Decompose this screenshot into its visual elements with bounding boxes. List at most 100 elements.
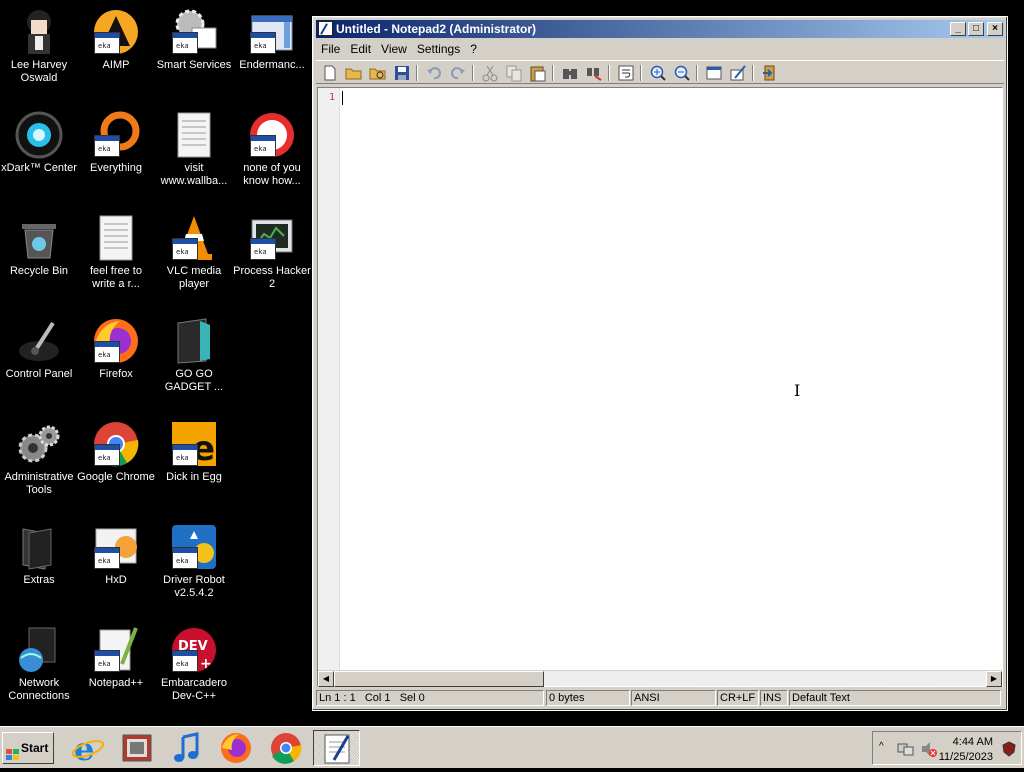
hxd-icon xyxy=(92,523,140,571)
status-encoding[interactable]: ANSI xyxy=(631,690,716,706)
desktop-icon-lee-harvey-oswald[interactable]: Lee Harvey Oswald xyxy=(0,4,78,85)
zoom-in-icon[interactable] xyxy=(649,64,667,82)
chrome-taskbar-icon[interactable] xyxy=(269,731,303,765)
desktop-icon-visit-wallba[interactable]: visit www.wallba... xyxy=(155,107,233,188)
volume-muted-icon[interactable] xyxy=(920,740,938,761)
desktop-icon-label: Control Panel xyxy=(5,368,73,380)
undo-icon[interactable] xyxy=(425,64,443,82)
aimp-icon xyxy=(92,8,140,56)
desktop-icon-hxd[interactable]: HxD xyxy=(77,519,155,587)
desktop-icon-xdark-center[interactable]: xDark™ Center xyxy=(0,107,78,175)
desktop-icon-label: xDark™ Center xyxy=(1,162,77,174)
desktop-icon-google-chrome[interactable]: Google Chrome xyxy=(77,416,155,484)
clock-time[interactable]: 4:44 AM xyxy=(953,736,993,748)
notepad2-window[interactable]: Untitled - Notepad2 (Administrator) _ □ … xyxy=(312,16,1008,711)
status-eol[interactable]: CR+LF xyxy=(717,690,759,706)
scroll-left-button[interactable]: ◀ xyxy=(318,671,334,687)
desktop-icon-endermanch[interactable]: Endermanc... xyxy=(233,4,311,72)
menu-help[interactable]: ? xyxy=(465,40,482,58)
desktop-icon-network-connections[interactable]: Network Connections xyxy=(0,622,78,703)
new-file-icon[interactable] xyxy=(321,64,339,82)
exit-icon[interactable] xyxy=(761,64,779,82)
dev-cpp-icon: DEV + xyxy=(170,626,218,674)
shortcut-arrow-icon xyxy=(94,341,120,363)
internet-explorer-icon[interactable]: e xyxy=(71,730,105,768)
status-position: Ln 1 : 1 Col 1 Sel 0 xyxy=(316,690,544,706)
open-folder-icon[interactable] xyxy=(345,64,363,82)
desktop-icon-none-of-you[interactable]: none of you know how... xyxy=(233,107,311,188)
desktop-icon-label: Notepad++ xyxy=(88,677,144,689)
character-icon xyxy=(15,8,63,56)
close-button[interactable]: × xyxy=(987,22,1003,36)
folder-icon xyxy=(15,523,63,571)
desktop-icon-process-hacker[interactable]: Process Hacker 2 xyxy=(233,210,311,291)
desktop-icon-label: AIMP xyxy=(102,59,130,71)
desktop-icon-driver-robot[interactable]: Driver Robot v2.5.4.2 xyxy=(155,519,233,600)
shortcut-arrow-icon xyxy=(172,650,198,672)
desktop-icon-label: Network Connections xyxy=(8,677,70,702)
desktop-icon-vlc[interactable]: VLC media player xyxy=(155,210,233,291)
horizontal-scrollbar[interactable]: ◀ ▶ xyxy=(318,670,1002,687)
scrollbar-thumb[interactable] xyxy=(334,671,544,687)
taskbar-notepad2-button[interactable] xyxy=(313,730,360,766)
menu-file[interactable]: File xyxy=(316,40,345,58)
shortcut-arrow-icon xyxy=(172,547,198,569)
copy-icon[interactable] xyxy=(505,64,523,82)
everything-icon xyxy=(92,111,140,159)
network-icon xyxy=(15,626,63,674)
red-app-icon xyxy=(248,111,296,159)
menu-settings[interactable]: Settings xyxy=(412,40,465,58)
maximize-button[interactable]: □ xyxy=(968,22,984,36)
media-app-icon[interactable] xyxy=(120,731,154,765)
find-icon[interactable] xyxy=(561,64,579,82)
save-icon[interactable] xyxy=(393,64,411,82)
window-title: Untitled - Notepad2 (Administrator) xyxy=(336,22,536,36)
paste-icon[interactable] xyxy=(529,64,547,82)
desktop-icon-dick-in-egg[interactable]: e Dick in Egg xyxy=(155,416,233,484)
text-caret xyxy=(342,91,343,105)
status-bar: Ln 1 : 1 Col 1 Sel 0 0 bytes ANSI CR+LF … xyxy=(316,689,1004,707)
redo-icon[interactable] xyxy=(449,64,467,82)
firefox-taskbar-icon[interactable] xyxy=(219,731,253,765)
desktop-icon-dev-cpp[interactable]: DEV+ Embarcadero Dev-C++ xyxy=(155,622,233,703)
desktop-icon-extras[interactable]: Extras xyxy=(0,519,78,587)
toolbar-separator xyxy=(608,65,610,81)
menu-view[interactable]: View xyxy=(376,40,412,58)
word-wrap-icon[interactable] xyxy=(617,64,635,82)
zoom-out-icon[interactable] xyxy=(673,64,691,82)
line-number: 1 xyxy=(329,92,336,103)
desktop-icon-label: GO GO GADGET ... xyxy=(164,368,224,393)
desktop-icon-control-panel[interactable]: Control Panel xyxy=(0,313,78,381)
security-tray-icon[interactable] xyxy=(1001,741,1017,760)
desktop-icon-go-go-gadget[interactable]: GO GO GADGET ... xyxy=(155,313,233,394)
title-bar[interactable]: Untitled - Notepad2 (Administrator) _ □ … xyxy=(316,20,1004,38)
desktop-icon-firefox[interactable]: Firefox xyxy=(77,313,155,381)
xdark-icon xyxy=(15,111,63,159)
desktop-icon-aimp[interactable]: AIMP xyxy=(77,4,155,72)
replace-icon[interactable] xyxy=(585,64,603,82)
status-scheme[interactable]: Default Text xyxy=(789,690,1001,706)
taskbar: Start e ^ 4:44 AM 11/25/2023 xyxy=(0,726,1024,768)
desktop-icon-recycle-bin[interactable]: Recycle Bin xyxy=(0,210,78,278)
menu-edit[interactable]: Edit xyxy=(345,40,376,58)
browse-icon[interactable] xyxy=(369,64,387,82)
desktop-icon-feel-free[interactable]: feel free to write a r... xyxy=(77,210,155,291)
minimize-button[interactable]: _ xyxy=(950,22,966,36)
cut-icon[interactable] xyxy=(481,64,499,82)
text-editor-area[interactable]: 1 I ◀ ▶ xyxy=(317,87,1003,687)
network-tray-icon[interactable] xyxy=(897,740,915,761)
customize-scheme-icon[interactable] xyxy=(729,64,747,82)
desktop-icon-smart-services[interactable]: Smart Services xyxy=(155,4,233,72)
scheme-icon[interactable] xyxy=(705,64,723,82)
start-button[interactable]: Start xyxy=(2,732,54,764)
desktop-icon-everything[interactable]: Everything xyxy=(77,107,155,175)
clock-date[interactable]: 11/25/2023 xyxy=(939,751,993,763)
show-hidden-icons-icon[interactable]: ^ xyxy=(879,741,884,752)
windows-flag-icon xyxy=(6,742,19,760)
scroll-right-button[interactable]: ▶ xyxy=(986,671,1002,687)
music-note-icon[interactable] xyxy=(170,731,204,765)
firefox-icon xyxy=(92,317,140,365)
notepad2-app-icon[interactable] xyxy=(318,21,333,36)
desktop-icon-administrative-tools[interactable]: Administrative Tools xyxy=(0,416,78,497)
desktop-icon-notepad-plus-plus[interactable]: Notepad++ xyxy=(77,622,155,690)
